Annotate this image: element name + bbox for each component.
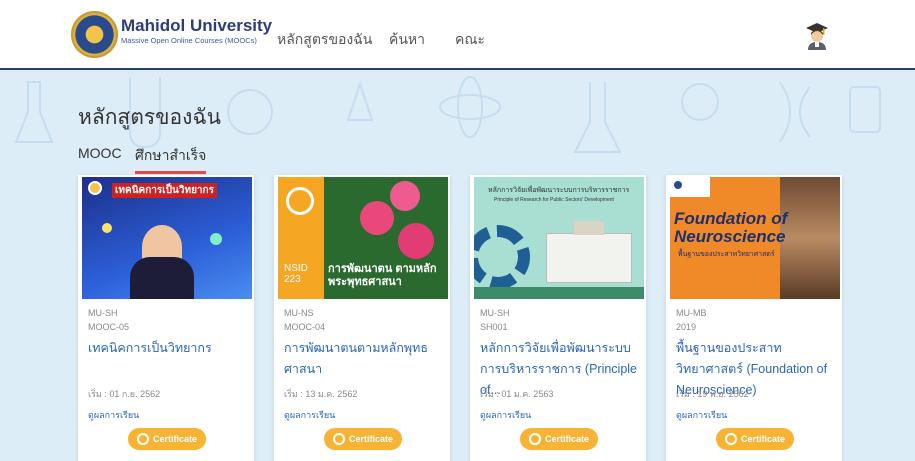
course-thumbnail: NSID 223 การพัฒนาตน ตามหลักพระพุทธศาสนา (278, 177, 448, 299)
course-title[interactable]: การพัฒนาตนตามหลักพุทธศาสนา (284, 338, 446, 380)
view-results-link[interactable]: ดูผลการเรียน (480, 408, 531, 422)
page-title: หลักสูตรของฉัน (78, 106, 222, 129)
course-start-date: เริ่ม : 13 ม.ค. 2562 (284, 389, 358, 399)
ground-image (474, 287, 644, 299)
view-results-link[interactable]: ดูผลการเรียน (88, 408, 139, 422)
logo-title[interactable]: Mahidol University (121, 16, 272, 36)
thumbnail-subtitle: Principle of Research for Public Sectors… (494, 197, 614, 203)
certificate-button[interactable]: Certificate (128, 428, 206, 450)
thumbnail-title-line2: Neuroscience (674, 227, 786, 246)
presenter-suit-image (130, 257, 194, 299)
lotus-image (398, 223, 434, 259)
course-card[interactable]: NSID 223 การพัฒนาตน ตามหลักพระพุทธศาสนา … (274, 175, 450, 461)
certificate-button[interactable]: Certificate (716, 428, 794, 450)
course-thumbnail: เทคนิคการเป็นวิทยากร (82, 177, 252, 299)
certificate-label: Certificate (544, 434, 589, 444)
course-card[interactable]: Foundation of Neuroscience พื้นฐานของประ… (666, 175, 842, 461)
top-navbar: Mahidol University Massive Open Online C… (0, 0, 915, 70)
course-start-date: เริ่ม : 19 พ.ย. 2562 (676, 389, 749, 399)
course-start-date: เริ่ม : 01 ม.ค. 2563 (480, 389, 554, 399)
course-code: SH001 (480, 322, 508, 332)
thumbnail-title: การพัฒนาตน ตามหลักพระพุทธศาสนา (328, 263, 437, 288)
bulb-icon (102, 223, 112, 233)
thumbnail-code: NSID 223 (284, 263, 308, 285)
dharma-wheel-icon (286, 187, 314, 215)
building-roof-image (574, 221, 604, 235)
nav-faculty[interactable]: คณะ (455, 29, 485, 51)
gear-icon (474, 225, 530, 289)
course-start-date: เริ่ม : 01 ก.ย. 2562 (88, 389, 161, 399)
certificate-label: Certificate (740, 434, 785, 444)
view-results-link[interactable]: ดูผลการเรียน (284, 408, 335, 422)
certificate-button[interactable]: Certificate (520, 428, 598, 450)
medal-icon (136, 433, 149, 445)
user-avatar-icon[interactable] (805, 22, 829, 50)
tab-mooc[interactable]: MOOC (78, 145, 122, 161)
tab-completed[interactable]: ศึกษาสำเร็จ (135, 145, 207, 174)
course-card[interactable]: หลักการวิจัยเพื่อพัฒนาระบบการบริหารราชกา… (470, 175, 646, 461)
thumbnail-title-line1: Foundation of (674, 209, 788, 228)
certificate-label: Certificate (152, 434, 197, 444)
certificate-label: Certificate (348, 434, 393, 444)
course-code: MOOC-04 (284, 322, 326, 332)
course-code: 2019 (676, 322, 697, 332)
university-seal-logo[interactable] (71, 11, 118, 58)
thumbnail-title: หลักการวิจัยเพื่อพัฒนาระบบการบริหารราชกา… (488, 187, 630, 194)
building-image (546, 233, 632, 283)
lotus-image (390, 181, 420, 211)
course-faculty: MU-MB (676, 308, 707, 318)
seal-icon (674, 181, 682, 189)
logo-subtitle: Massive Open Online Courses (MOOCs) (121, 36, 257, 45)
course-code: MOOC-05 (88, 322, 130, 332)
thumbnail-subtitle: พื้นฐานของประสาทวิทยาศาสตร์ (678, 251, 775, 258)
course-faculty: MU-SH (88, 308, 118, 318)
brain-jar-image (780, 177, 840, 299)
course-card[interactable]: เทคนิคการเป็นวิทยากร MU-SH MOOC-05 เทคนิ… (78, 175, 254, 461)
certificate-button[interactable]: Certificate (324, 428, 402, 450)
thumbnail-title: เทคนิคการเป็นวิทยากร (112, 183, 217, 198)
course-thumbnail: Foundation of Neuroscience พื้นฐานของประ… (670, 177, 840, 299)
course-faculty: MU-SH (480, 308, 510, 318)
view-results-link[interactable]: ดูผลการเรียน (676, 408, 727, 422)
nav-search[interactable]: ค้นหา (389, 29, 425, 51)
nav-my-courses[interactable]: หลักสูตรของฉัน (277, 29, 372, 51)
course-thumbnail: หลักการวิจัยเพื่อพัฒนาระบบการบริหารราชกา… (474, 177, 644, 299)
lotus-image (360, 201, 394, 235)
medal-icon (528, 433, 541, 445)
course-title[interactable]: เทคนิคการเป็นวิทยากร (88, 338, 250, 359)
bulb-icon (210, 233, 222, 245)
medal-icon (332, 433, 345, 445)
seal-icon (88, 181, 102, 195)
course-faculty: MU-NS (284, 308, 314, 318)
medal-icon (724, 433, 737, 445)
